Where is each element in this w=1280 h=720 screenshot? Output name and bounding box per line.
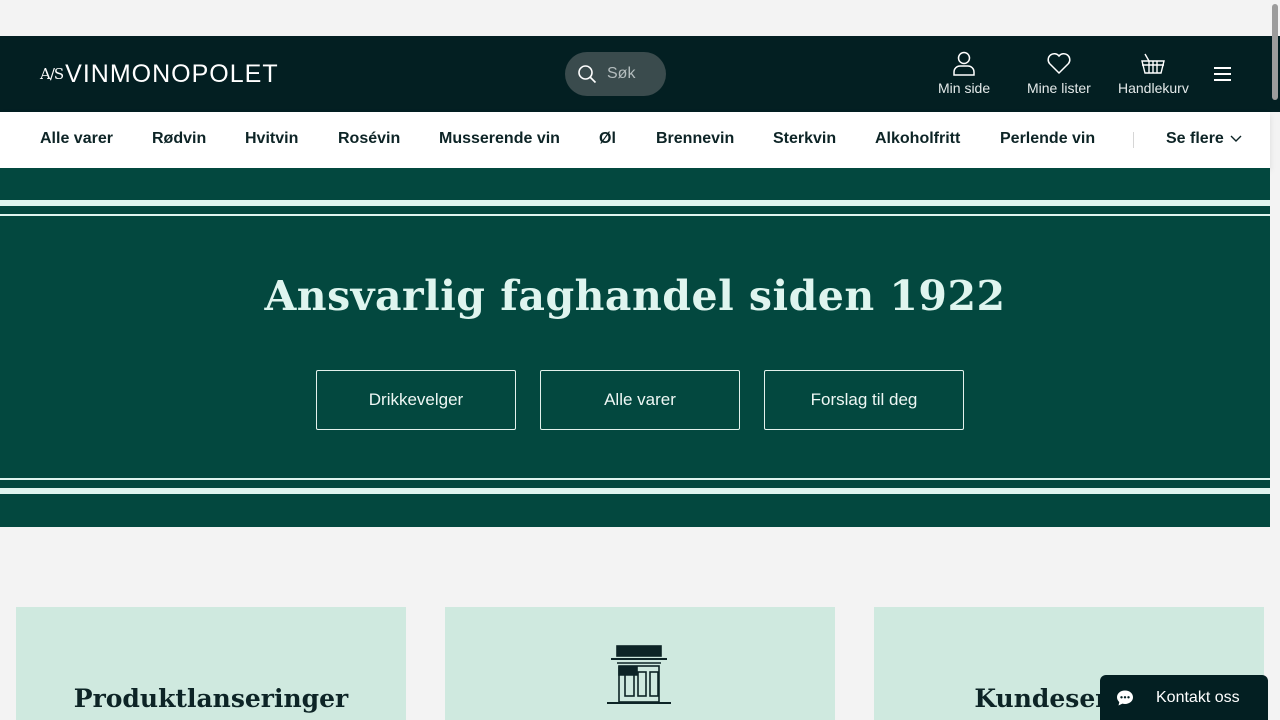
nav-item-rosevin[interactable]: Rosévin	[338, 130, 400, 148]
min-side-label: Min side	[938, 80, 991, 96]
min-side-link[interactable]: Min side	[938, 50, 990, 100]
se-flere-label: Se flere	[1166, 130, 1224, 147]
nav-item-sterkvin[interactable]: Sterkvin	[773, 130, 836, 148]
category-nav: Alle varer Rødvin Hvitvin Rosévin Musser…	[0, 112, 1270, 168]
heart-icon	[1047, 52, 1071, 75]
hero-stripe-top-thick	[0, 200, 1270, 206]
nav-item-hvitvin[interactable]: Hvitvin	[245, 130, 298, 148]
logo-name: VINMONOPOLET	[65, 59, 279, 88]
logo-prefix: A/S	[40, 65, 64, 83]
scrollbar-thumb[interactable]	[1272, 4, 1278, 100]
site-header: A/S VINMONOPOLET Min side Mine lister Ha…	[0, 36, 1280, 112]
alle-varer-button[interactable]: Alle varer	[540, 370, 740, 430]
hamburger-menu-icon[interactable]	[1214, 64, 1238, 84]
hero-stripe-top-thin	[0, 214, 1270, 216]
se-flere-button[interactable]: Se flere	[1166, 130, 1242, 148]
nav-item-alkoholfritt[interactable]: Alkoholfritt	[875, 130, 960, 148]
nav-item-musserende-vin[interactable]: Musserende vin	[439, 130, 560, 148]
kontakt-oss-button[interactable]: Kontakt oss	[1100, 675, 1268, 720]
vinmonopolet-logo[interactable]: A/S VINMONOPOLET	[40, 60, 279, 88]
hero-stripe-bottom-thin	[0, 478, 1270, 480]
basket-icon	[1141, 53, 1166, 74]
nav-divider	[1133, 132, 1134, 148]
chat-bubble-icon	[1117, 690, 1133, 705]
card-produktlanseringer[interactable]: Produktlanseringer	[16, 607, 406, 720]
user-icon	[953, 51, 975, 76]
card-title: Produktlanseringer	[73, 684, 349, 713]
nav-item-alle-varer[interactable]: Alle varer	[40, 130, 113, 148]
mine-lister-label: Mine lister	[1027, 80, 1091, 96]
hero-stripe-bottom-thick	[0, 488, 1270, 494]
handlekurv-link[interactable]: Handlekurv	[1118, 50, 1189, 100]
search-box[interactable]	[565, 52, 666, 96]
nav-item-perlende-vin[interactable]: Perlende vin	[1000, 130, 1095, 148]
chevron-down-icon	[1230, 135, 1242, 142]
mine-lister-link[interactable]: Mine lister	[1027, 50, 1091, 100]
page-scrollbar[interactable]	[1270, 0, 1280, 720]
handlekurv-label: Handlekurv	[1118, 80, 1189, 96]
hero-banner: Ansvarlig faghandel siden 1922 Drikkevel…	[0, 168, 1270, 527]
top-strip	[0, 0, 1280, 36]
store-icon	[607, 645, 671, 704]
kontakt-oss-label: Kontakt oss	[1156, 688, 1240, 706]
card-butikker[interactable]	[445, 607, 835, 720]
forslag-til-deg-button[interactable]: Forslag til deg	[764, 370, 964, 430]
drikkevelger-button[interactable]: Drikkevelger	[316, 370, 516, 430]
nav-item-ol[interactable]: Øl	[599, 130, 616, 148]
nav-item-brennevin[interactable]: Brennevin	[656, 130, 734, 148]
nav-item-rodvin[interactable]: Rødvin	[152, 130, 206, 148]
search-input[interactable]	[607, 65, 657, 83]
search-icon	[578, 65, 597, 84]
hero-title: Ansvarlig faghandel siden 1922	[264, 272, 1006, 320]
